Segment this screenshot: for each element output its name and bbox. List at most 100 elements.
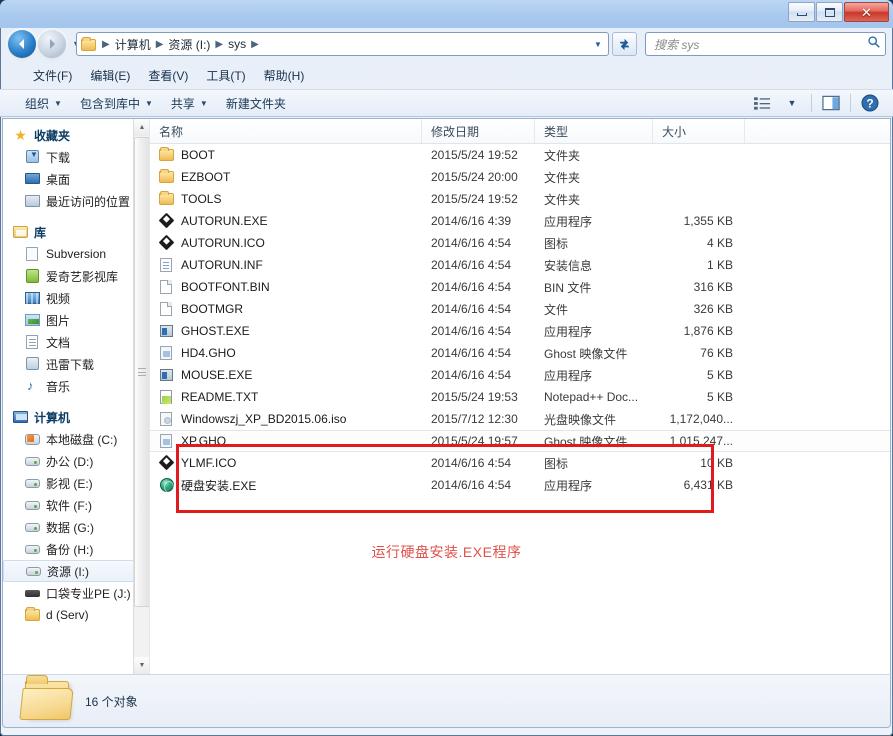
sidebar-item-drive-g[interactable]: 数据 (G:)	[3, 516, 149, 538]
table-row[interactable]: AUTORUN.INF 2014/6/16 4:54 安装信息 1 KB	[150, 254, 890, 276]
file-name-cell[interactable]: README.TXT	[150, 389, 422, 405]
breadcrumb-sys[interactable]: sys	[226, 35, 248, 53]
scroll-up-button[interactable]: ▲	[134, 119, 150, 136]
share-button[interactable]: 共享 ▼	[162, 92, 217, 115]
globe-app-icon	[159, 477, 175, 493]
table-row[interactable]: GHOST.EXE 2014/6/16 4:54 应用程序 1,876 KB	[150, 320, 890, 342]
column-header-type[interactable]: 类型	[535, 119, 653, 143]
breadcrumb-separator[interactable]: ▶	[212, 39, 226, 50]
organize-button[interactable]: 组织 ▼	[16, 92, 71, 115]
sidebar-item-recent-places[interactable]: 最近访问的位置	[3, 190, 149, 212]
sidebar-item-video[interactable]: 视频	[3, 287, 149, 309]
sidebar-item-iqiyi[interactable]: 爱奇艺影视库	[3, 265, 149, 287]
file-name-cell[interactable]: TOOLS	[150, 191, 422, 207]
file-name-cell[interactable]: 硬盘安装.EXE	[150, 477, 422, 494]
maximize-button[interactable]	[816, 2, 843, 22]
search-input[interactable]: 搜索 sys	[654, 36, 699, 53]
sidebar-item-drive-d[interactable]: 办公 (D:)	[3, 450, 149, 472]
table-row[interactable]: EZBOOT 2015/5/24 20:00 文件夹	[150, 166, 890, 188]
file-name-cell[interactable]: BOOTMGR	[150, 301, 422, 317]
table-row[interactable]: HD4.GHO 2014/6/16 4:54 Ghost 映像文件 76 KB	[150, 342, 890, 364]
file-name-cell[interactable]: Windowszj_XP_BD2015.06.iso	[150, 411, 422, 427]
file-size-cell: 5 KB	[653, 368, 745, 382]
video-icon	[25, 290, 41, 306]
file-name-cell[interactable]: MOUSE.EXE	[150, 367, 422, 383]
table-row[interactable]: README.TXT 2015/5/24 19:53 Notepad++ Doc…	[150, 386, 890, 408]
menu-view[interactable]: 查看(V)	[139, 65, 197, 86]
sidebar-item-thunder-download[interactable]: 迅雷下载	[3, 353, 149, 375]
close-button[interactable]: ✕	[844, 2, 889, 22]
file-name-cell[interactable]: AUTORUN.EXE	[150, 213, 422, 229]
file-date-cell: 2015/5/24 20:00	[422, 170, 535, 184]
table-row[interactable]: BOOT 2015/5/24 19:52 文件夹	[150, 144, 890, 166]
breadcrumb-drive[interactable]: 资源 (I:)	[166, 34, 212, 55]
file-name-cell[interactable]: EZBOOT	[150, 169, 422, 185]
new-folder-button[interactable]: 新建文件夹	[217, 92, 295, 115]
view-mode-button[interactable]	[747, 92, 777, 114]
sidebar-item-label: 视频	[46, 290, 70, 307]
table-row[interactable]: AUTORUN.ICO 2014/6/16 4:54 图标 4 KB	[150, 232, 890, 254]
star-icon: ★	[13, 127, 29, 143]
sidebar-item-documents[interactable]: 文档	[3, 331, 149, 353]
file-name-cell[interactable]: BOOTFONT.BIN	[150, 279, 422, 295]
table-row[interactable]: MOUSE.EXE 2014/6/16 4:54 应用程序 5 KB	[150, 364, 890, 386]
menu-edit[interactable]: 编辑(E)	[81, 65, 139, 86]
table-row-focused[interactable]: XP.GHO 2015/5/24 19:57 Ghost 映像文件 1,015,…	[150, 430, 890, 452]
file-name-cell[interactable]: HD4.GHO	[150, 345, 422, 361]
sidebar-item-drive-e[interactable]: 影视 (E:)	[3, 472, 149, 494]
table-row[interactable]: AUTORUN.EXE 2014/6/16 4:39 应用程序 1,355 KB	[150, 210, 890, 232]
sidebar-item-drive-c[interactable]: 本地磁盘 (C:)	[3, 428, 149, 450]
file-date-cell: 2014/6/16 4:54	[422, 456, 535, 470]
file-date-cell: 2015/7/12 12:30	[422, 412, 535, 426]
menu-file[interactable]: 文件(F)	[24, 65, 81, 86]
sidebar-item-pictures[interactable]: 图片	[3, 309, 149, 331]
forward-button[interactable]	[38, 30, 66, 58]
search-icon	[867, 35, 881, 54]
table-row[interactable]: BOOTMGR 2014/6/16 4:54 文件 326 KB	[150, 298, 890, 320]
address-dropdown-button[interactable]: ▼	[590, 33, 606, 55]
breadcrumb-separator[interactable]: ▶	[153, 39, 167, 50]
table-row[interactable]: 硬盘安装.EXE 2014/6/16 4:54 应用程序 6,431 KB	[150, 474, 890, 496]
help-button[interactable]: ?	[855, 92, 885, 114]
scrollbar-thumb[interactable]	[134, 137, 150, 607]
breadcrumb-separator[interactable]: ▶	[248, 39, 262, 50]
file-name-cell[interactable]: AUTORUN.ICO	[150, 235, 422, 251]
sidebar-group-favorites[interactable]: ★ 收藏夹	[3, 124, 149, 146]
sidebar-item-d-serv[interactable]: d (Serv)	[3, 604, 149, 626]
minimize-button[interactable]	[788, 2, 815, 22]
file-name-cell[interactable]: BOOT	[150, 147, 422, 163]
sidebar-item-drive-j[interactable]: 口袋专业PE (J:)	[3, 582, 149, 604]
sidebar-item-drive-f[interactable]: 软件 (F:)	[3, 494, 149, 516]
sidebar-item-downloads[interactable]: 下载	[3, 146, 149, 168]
sidebar-item-drive-i[interactable]: 资源 (I:)	[3, 560, 143, 582]
thunder-download-icon	[25, 356, 41, 372]
refresh-button[interactable]	[612, 32, 637, 56]
back-button[interactable]	[8, 30, 36, 58]
navigation-scrollbar[interactable]: ▲ ▼	[133, 119, 149, 674]
column-header-date[interactable]: 修改日期	[422, 119, 535, 143]
sidebar-item-music[interactable]: ♪ 音乐	[3, 375, 149, 397]
breadcrumb-computer[interactable]: 计算机	[113, 34, 153, 55]
menu-help[interactable]: 帮助(H)	[255, 65, 314, 86]
include-in-library-button[interactable]: 包含到库中 ▼	[71, 92, 162, 115]
address-bar[interactable]: ▶ 计算机 ▶ 资源 (I:) ▶ sys ▶ ▼	[76, 32, 609, 56]
sidebar-group-computer[interactable]: 计算机	[3, 406, 149, 428]
table-row[interactable]: TOOLS 2015/5/24 19:52 文件夹	[150, 188, 890, 210]
sidebar-item-subversion[interactable]: Subversion	[3, 243, 149, 265]
file-name-cell[interactable]: GHOST.EXE	[150, 323, 422, 339]
table-row[interactable]: BOOTFONT.BIN 2014/6/16 4:54 BIN 文件 316 K…	[150, 276, 890, 298]
scroll-down-button[interactable]: ▼	[134, 657, 150, 674]
sidebar-group-libraries[interactable]: 库	[3, 221, 149, 243]
search-box[interactable]: 搜索 sys	[645, 32, 886, 56]
menu-tools[interactable]: 工具(T)	[197, 65, 254, 86]
view-mode-dropdown[interactable]: ▼	[777, 92, 807, 114]
sidebar-item-desktop[interactable]: 桌面	[3, 168, 149, 190]
table-row[interactable]: Windowszj_XP_BD2015.06.iso 2015/7/12 12:…	[150, 408, 890, 430]
column-header-name[interactable]: 名称	[150, 119, 422, 143]
file-name-cell[interactable]: YLMF.ICO	[150, 455, 422, 471]
preview-pane-button[interactable]	[816, 92, 846, 114]
table-row[interactable]: YLMF.ICO 2014/6/16 4:54 图标 10 KB	[150, 452, 890, 474]
file-name-cell[interactable]: AUTORUN.INF	[150, 257, 422, 273]
column-header-size[interactable]: 大小	[653, 119, 745, 143]
file-name-cell[interactable]: XP.GHO	[150, 433, 422, 449]
